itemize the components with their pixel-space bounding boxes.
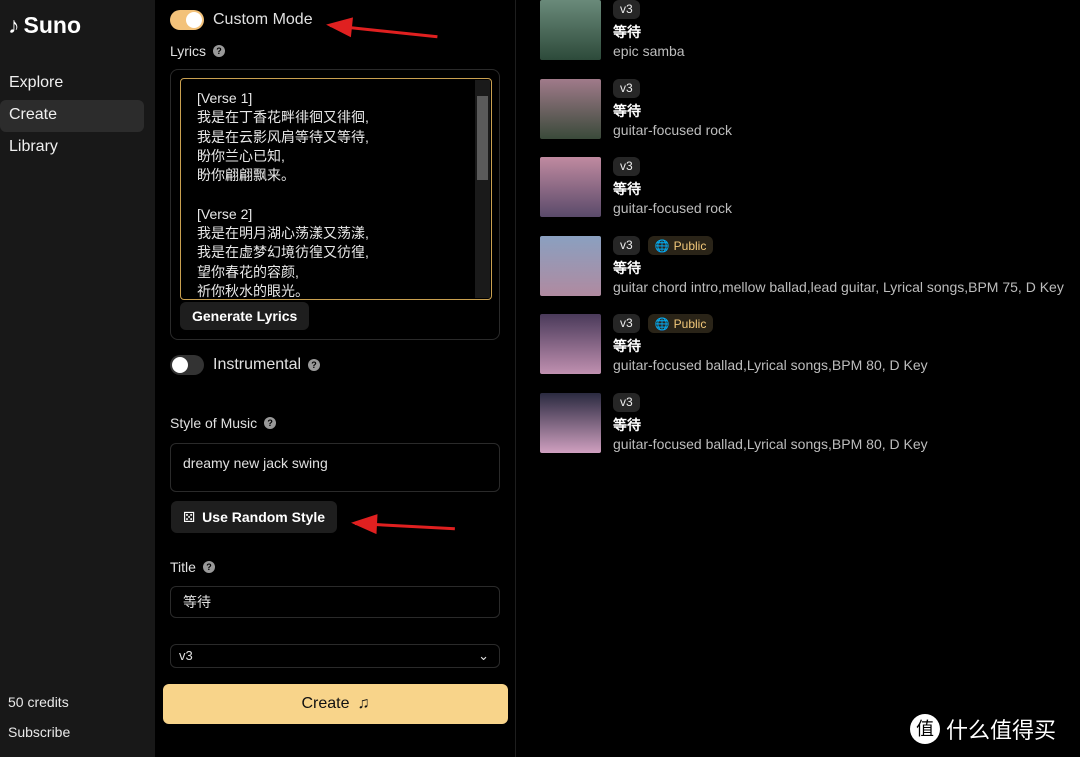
suno-logo[interactable]: ♪ Suno bbox=[8, 12, 81, 39]
help-icon[interactable]: ? bbox=[264, 417, 277, 429]
version-badge: v3 bbox=[613, 157, 640, 176]
version-badge: v3 bbox=[613, 79, 640, 98]
lyrics-textarea[interactable]: [Verse 1] 我是在丁香花畔徘徊又徘徊, 我是在云影风肩等待又等待, 盼你… bbox=[180, 78, 492, 300]
divider bbox=[515, 0, 516, 757]
sidebar: ♪ Suno Explore Create Library 50 credits … bbox=[0, 0, 155, 757]
version-badge: v3 bbox=[613, 236, 640, 255]
dice-icon: ⚄ bbox=[183, 508, 196, 525]
version-badge: v3 bbox=[613, 314, 640, 333]
watermark: 值什么值得买 bbox=[910, 713, 1056, 745]
music-note-icon: ♪ bbox=[8, 12, 20, 38]
song-title[interactable]: 等待 bbox=[613, 101, 641, 121]
lyrics-label: Lyrics? bbox=[170, 43, 226, 59]
song-item[interactable]: v3 等待 epic samba bbox=[540, 0, 1080, 62]
lyrics-box: [Verse 1] 我是在丁香花畔徘徊又徘徊, 我是在云影风肩等待又等待, 盼你… bbox=[170, 69, 500, 340]
sidebar-item-explore[interactable]: Explore bbox=[0, 68, 144, 100]
sidebar-nav: Explore Create Library bbox=[0, 68, 155, 164]
song-title[interactable]: 等待 bbox=[613, 179, 641, 199]
help-icon[interactable]: ? bbox=[213, 45, 226, 57]
subscribe-link[interactable]: Subscribe bbox=[8, 724, 70, 740]
song-cover-image[interactable] bbox=[540, 393, 601, 453]
song-cover-image[interactable] bbox=[540, 236, 601, 296]
song-cover-image[interactable] bbox=[540, 157, 601, 217]
version-badge: v3 bbox=[613, 393, 640, 412]
song-item[interactable]: v3 等待 guitar-focused ballad,Lyrical song… bbox=[540, 393, 1080, 455]
song-item[interactable]: v3 🌐 Public 等待 guitar chord intro,mellow b… bbox=[540, 236, 1080, 298]
song-item[interactable]: v3 等待 guitar-focused rock bbox=[540, 79, 1080, 141]
style-input[interactable]: dreamy new jack swing bbox=[170, 443, 500, 492]
song-title[interactable]: 等待 bbox=[613, 415, 641, 435]
song-cover-image[interactable] bbox=[540, 79, 601, 139]
song-title[interactable]: 等待 bbox=[613, 258, 641, 278]
song-style: guitar-focused rock bbox=[613, 122, 733, 138]
create-form: Custom Mode Lyrics? [Verse 1] 我是在丁香花畔徘徊又… bbox=[155, 0, 515, 757]
generate-lyrics-button[interactable]: Generate Lyrics bbox=[180, 302, 310, 330]
title-input[interactable]: 等待 bbox=[170, 586, 500, 618]
song-cover-image[interactable] bbox=[540, 314, 601, 374]
custom-mode-toggle[interactable] bbox=[170, 10, 204, 30]
custom-mode-label: Custom Mode bbox=[213, 11, 313, 28]
help-icon[interactable]: ? bbox=[308, 359, 321, 371]
lyrics-scrollbar[interactable] bbox=[475, 80, 490, 298]
version-badge: v3 bbox=[613, 0, 640, 19]
song-item[interactable]: v3 等待 guitar-focused rock bbox=[540, 157, 1080, 219]
instrumental-label: Instrumental? bbox=[213, 356, 321, 374]
help-icon[interactable]: ? bbox=[202, 561, 215, 573]
song-style: epic samba bbox=[613, 43, 685, 59]
song-title[interactable]: 等待 bbox=[613, 22, 641, 42]
random-style-button[interactable]: ⚄ Use Random Style bbox=[171, 501, 338, 533]
sidebar-item-library[interactable]: Library bbox=[0, 132, 144, 164]
title-label: Title? bbox=[170, 559, 215, 575]
chevron-down-icon: ⌄ bbox=[478, 648, 489, 663]
create-button[interactable]: Create ♫ bbox=[163, 684, 508, 724]
song-style: guitar-focused ballad,Lyrical songs,BPM … bbox=[613, 436, 928, 452]
globe-icon: 🌐 bbox=[654, 238, 670, 253]
credits-count: 50 credits bbox=[8, 694, 69, 710]
instrumental-toggle[interactable] bbox=[170, 355, 204, 375]
version-select[interactable]: v3 ⌄ bbox=[170, 644, 500, 668]
song-style: guitar-focused ballad,Lyrical songs,BPM … bbox=[613, 357, 928, 373]
music-note-icon: ♫ bbox=[357, 695, 370, 712]
public-badge: 🌐 Public bbox=[647, 236, 714, 255]
song-style: guitar chord intro,mellow ballad,lead gu… bbox=[613, 279, 1064, 295]
song-item[interactable]: v3 🌐 Public 等待 guitar-focused ballad,Lyric… bbox=[540, 314, 1080, 376]
song-title[interactable]: 等待 bbox=[613, 336, 641, 356]
song-style: guitar-focused rock bbox=[613, 200, 733, 216]
public-badge: 🌐 Public bbox=[647, 314, 714, 333]
globe-icon: 🌐 bbox=[654, 316, 670, 331]
song-cover-image[interactable] bbox=[540, 0, 601, 60]
sidebar-item-create[interactable]: Create bbox=[0, 100, 144, 132]
style-label: Style of Music? bbox=[170, 415, 277, 431]
